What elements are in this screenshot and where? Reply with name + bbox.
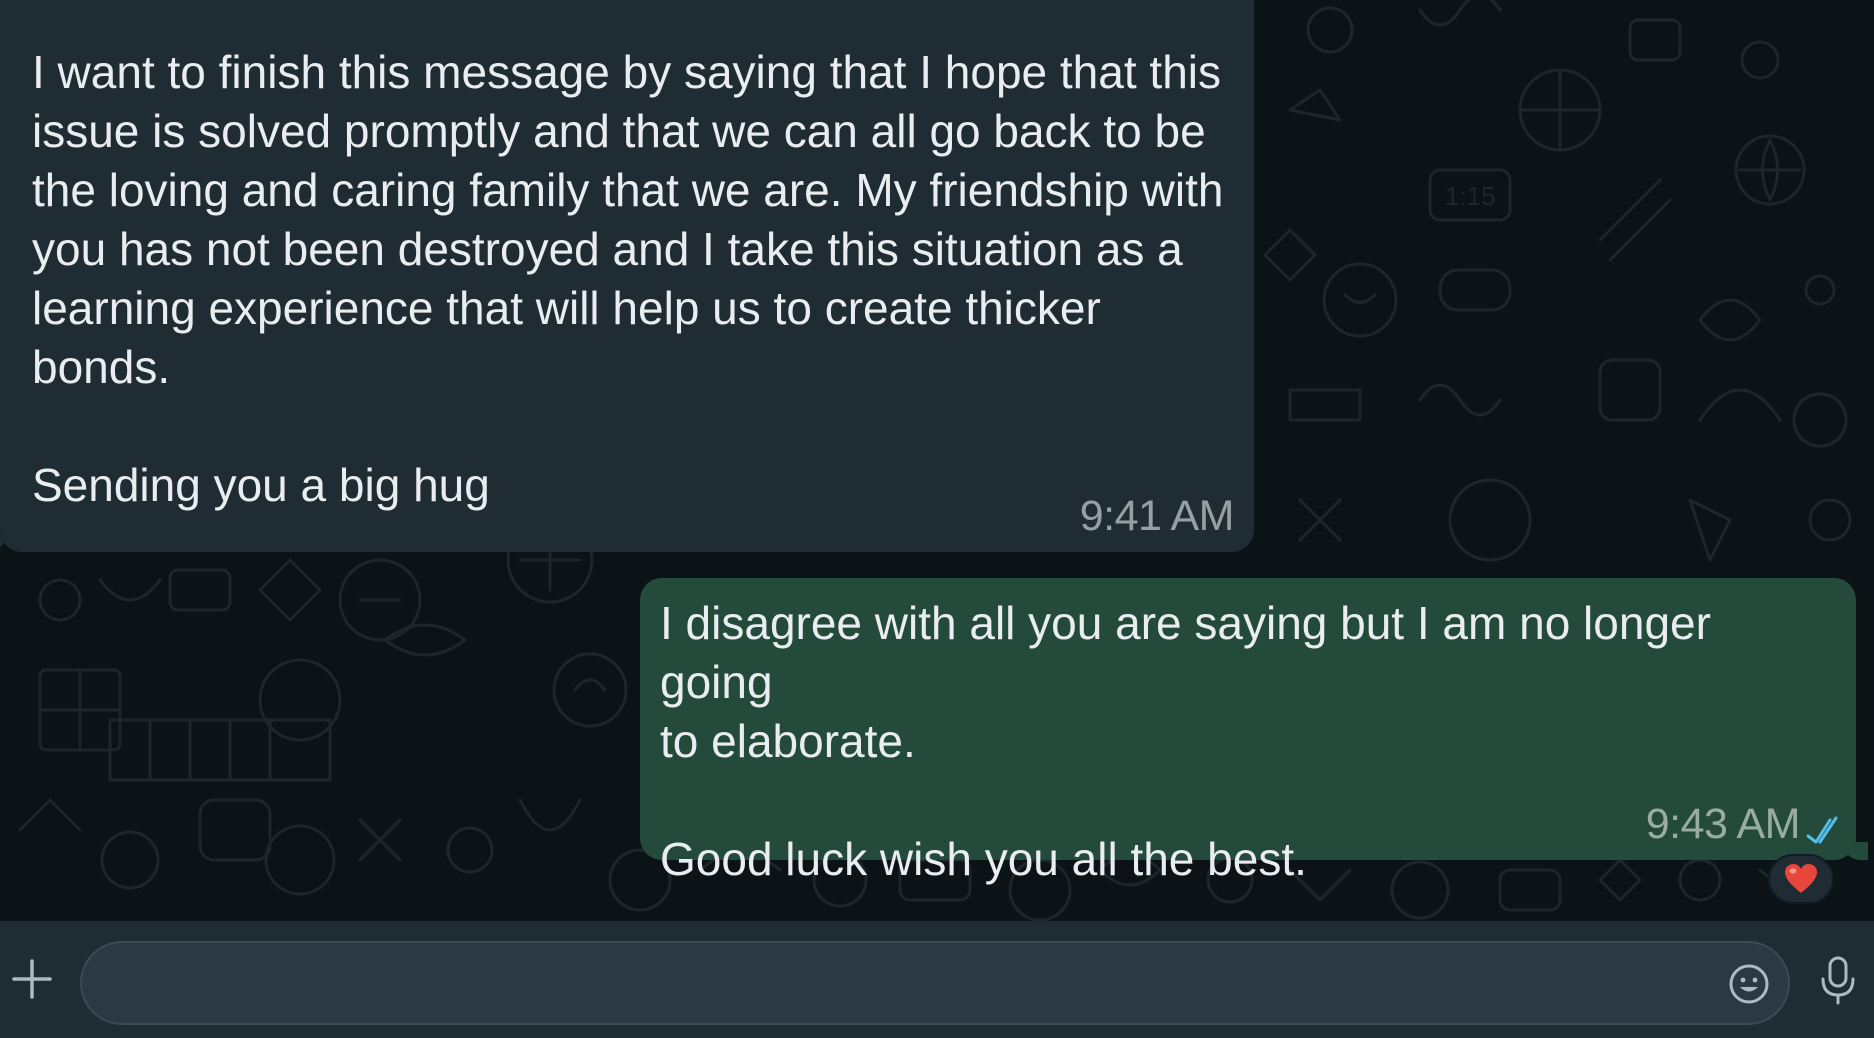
svg-text:1:15: 1:15 [1445, 181, 1496, 211]
message-input[interactable] [80, 941, 1790, 1025]
message-text: I want to finish this message by saying … [32, 46, 1224, 511]
smiley-icon[interactable] [1728, 963, 1770, 1005]
plus-icon[interactable] [10, 957, 54, 1001]
chat-area: 1:15 I want to finish this message by sa… [0, 0, 1874, 921]
outgoing-message-bubble[interactable]: I disagree with all you are saying but I… [640, 578, 1868, 885]
message-compose-bar [0, 921, 1874, 1038]
message-meta: 9:43 AM [1646, 803, 1840, 846]
incoming-message-bubble[interactable]: I want to finish this message by saying … [0, 0, 1254, 552]
double-check-icon [1806, 816, 1838, 844]
heart-emoji-icon [1785, 864, 1817, 893]
message-timestamp: 9:41 AM [1079, 492, 1235, 540]
reaction-badge[interactable] [1768, 854, 1834, 904]
microphone-icon[interactable] [1820, 955, 1856, 1005]
message-timestamp: 9:43 AM [1645, 800, 1801, 848]
